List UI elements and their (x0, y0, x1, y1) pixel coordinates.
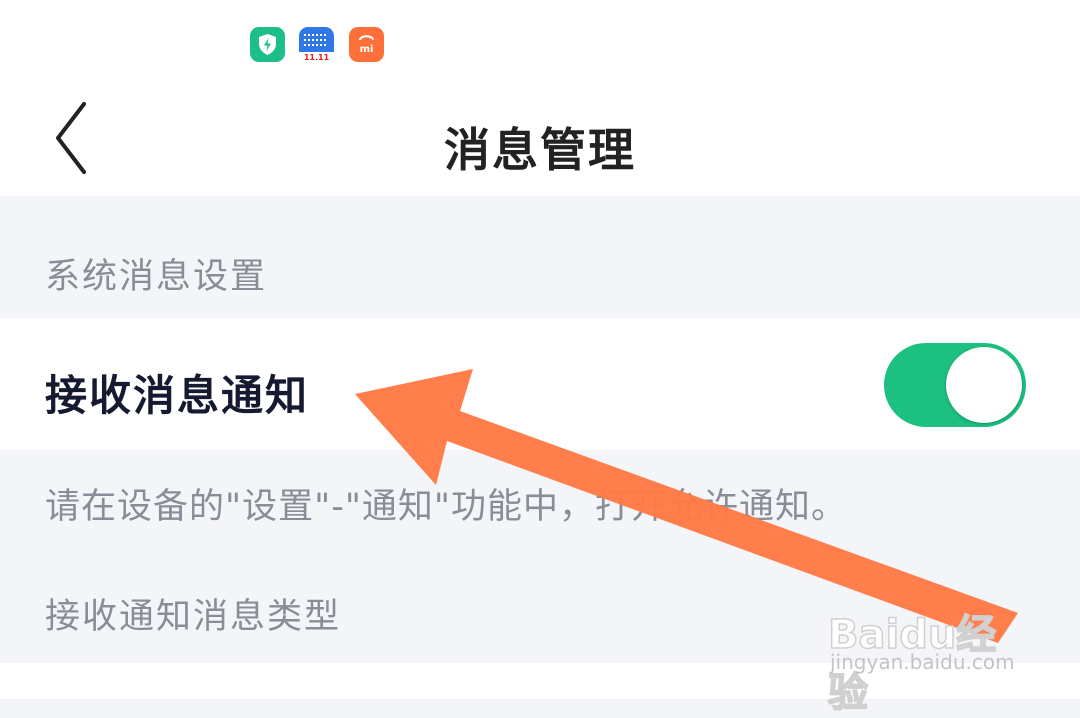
header: 消息管理 (0, 88, 1080, 196)
festival-icon-text: 11.11 (304, 53, 330, 62)
page-title: 消息管理 (444, 123, 636, 177)
receive-notification-toggle[interactable] (884, 343, 1026, 427)
baidu-jingyan-watermark: Baidu经验 jingyan.baidu.com (827, 590, 1028, 717)
mi-icon-text: mi (360, 44, 374, 55)
security-app-icon (250, 27, 285, 62)
section-title: 系统消息设置 (45, 257, 268, 297)
notification-hint-text: 请在设备的"设置"-"通知"功能中，打开允许通知。 (45, 487, 848, 527)
notification-types-label[interactable]: 接收通知消息类型 (45, 588, 341, 639)
receive-notification-row: 接收消息通知 (0, 318, 1080, 450)
watermark-url: jingyan.baidu.com (830, 650, 1015, 674)
toggle-knob (946, 347, 1022, 423)
shopping-festival-app-icon: 11.11 (299, 27, 334, 62)
mi-store-app-icon: mi (349, 27, 384, 62)
status-bar: 11.11 mi (0, 0, 1080, 88)
section-header: 系统消息设置 (0, 196, 1080, 318)
receive-notification-label: 接收消息通知 (45, 371, 310, 420)
